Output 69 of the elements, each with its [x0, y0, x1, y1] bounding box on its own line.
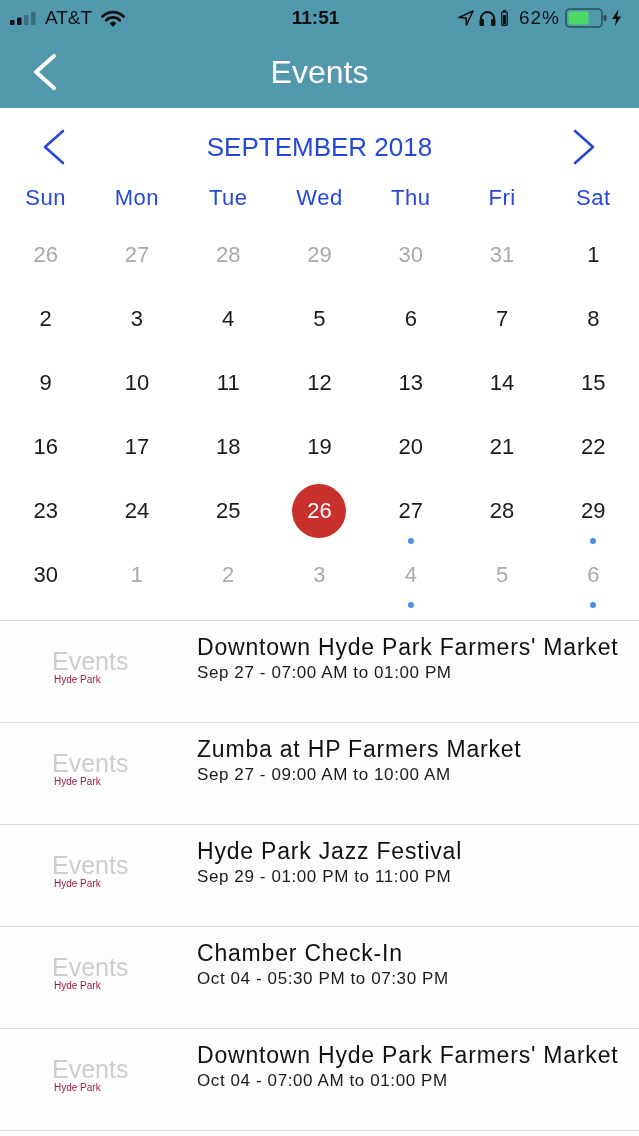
weekday-label: Thu — [391, 185, 431, 211]
calendar-day[interactable]: 24 — [109, 484, 164, 538]
calendar-day[interactable]: 4 — [201, 292, 256, 346]
logo-subtitle: Hyde Park — [54, 674, 101, 685]
calendar-day[interactable]: 6 — [383, 292, 438, 346]
calendar-day[interactable]: 14 — [475, 356, 530, 410]
calendar-day[interactable]: 1 — [566, 228, 621, 282]
logo-subtitle: Hyde Park — [54, 980, 101, 991]
event-title[interactable]: Zumba at HP Farmers Market — [197, 735, 522, 763]
calendar-day[interactable]: 10 — [109, 356, 164, 410]
event-time: Oct 04 - 07:00 AM to 01:00 PM — [197, 1071, 448, 1091]
weekday-label: Tue — [208, 185, 248, 211]
back-button[interactable] — [33, 54, 57, 90]
calendar-day[interactable]: 23 — [18, 484, 73, 538]
next-month-button[interactable] — [572, 129, 596, 165]
location-arrow-icon — [457, 10, 474, 26]
wifi-icon — [101, 9, 126, 27]
calendar-day[interactable]: 9 — [18, 356, 73, 410]
calendar-day[interactable]: 26 — [292, 484, 347, 538]
calendar-day[interactable]: 30 — [18, 548, 73, 602]
month-title: SEPTEMBER 2018 — [206, 131, 433, 163]
battery-percentage: 62% — [518, 7, 560, 29]
weekday-label: Mon — [114, 185, 160, 211]
chevron-right-icon — [572, 129, 596, 165]
calendar-day[interactable]: 15 — [566, 356, 621, 410]
chevron-left-icon — [33, 54, 57, 90]
calendar-day[interactable]: 29 — [566, 484, 621, 538]
logo-subtitle: Hyde Park — [54, 776, 101, 787]
calendar-day[interactable]: 25 — [201, 484, 256, 538]
calendar-day[interactable]: 11 — [201, 356, 256, 410]
page-title: Events — [270, 53, 369, 91]
weekday-label: Sun — [25, 185, 66, 211]
clock-time: 11:51 — [291, 7, 340, 29]
logo-subtitle: Hyde Park — [54, 1082, 101, 1093]
calendar-day[interactable]: 17 — [109, 420, 164, 474]
logo-subtitle: Hyde Park — [54, 878, 101, 889]
event-title[interactable]: Chamber Check-In — [197, 939, 403, 967]
weekday-label: Sat — [576, 185, 611, 211]
calendar-day[interactable]: 7 — [475, 292, 530, 346]
calendar-day[interactable]: 18 — [201, 420, 256, 474]
calendar-day[interactable]: 13 — [383, 356, 438, 410]
calendar-day[interactable]: 12 — [292, 356, 347, 410]
calendar-day[interactable]: 2 — [18, 292, 73, 346]
small-battery-icon — [500, 10, 508, 26]
calendar-day[interactable]: 5 — [292, 292, 347, 346]
calendar-day[interactable]: 3 — [109, 292, 164, 346]
calendar-day[interactable]: 20 — [383, 420, 438, 474]
calendar-day[interactable]: 27 — [383, 484, 438, 538]
calendar-day[interactable]: 16 — [18, 420, 73, 474]
event-title[interactable]: Downtown Hyde Park Farmers' Market — [197, 633, 619, 661]
weekday-label: Fri — [488, 185, 516, 211]
weekday-label: Wed — [296, 185, 343, 211]
calendar-day[interactable]: 19 — [292, 420, 347, 474]
event-title[interactable]: Hyde Park Jazz Festival — [197, 837, 463, 865]
previous-month-button[interactable] — [42, 129, 66, 165]
chevron-left-icon — [42, 129, 66, 165]
signal-icon — [10, 11, 36, 25]
calendar-day[interactable]: 8 — [566, 292, 621, 346]
calendar-day[interactable]: 21 — [475, 420, 530, 474]
event-time: Sep 29 - 01:00 PM to 11:00 PM — [197, 867, 452, 887]
calendar-day[interactable]: 22 — [566, 420, 621, 474]
headphones-icon — [478, 10, 496, 26]
event-title[interactable]: Downtown Hyde Park Farmers' Market — [197, 1041, 619, 1069]
carrier-name: AT&T — [45, 7, 93, 29]
event-time: Oct 04 - 05:30 PM to 07:30 PM — [197, 969, 449, 989]
battery-icon — [565, 8, 607, 28]
event-time: Sep 27 - 09:00 AM to 10:00 AM — [197, 765, 451, 785]
event-time: Sep 27 - 07:00 AM to 01:00 PM — [197, 663, 452, 683]
calendar-day[interactable]: 28 — [475, 484, 530, 538]
